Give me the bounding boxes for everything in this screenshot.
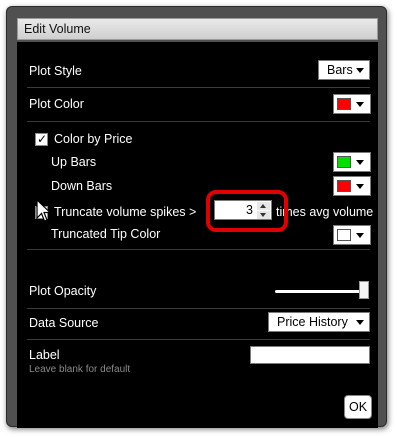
- up-bars-color-picker[interactable]: [333, 152, 371, 172]
- label-input[interactable]: [250, 346, 370, 364]
- data-source-dropdown[interactable]: Price History: [268, 312, 370, 332]
- highlight-annotation: [206, 190, 288, 232]
- divider: [27, 339, 370, 340]
- opacity-slider-track[interactable]: [275, 290, 367, 293]
- edit-volume-window: Edit Volume Plot Style Bars Plot Color ✓…: [6, 6, 387, 428]
- plot-style-value: Bars: [327, 63, 353, 77]
- title-bar: Edit Volume: [17, 18, 378, 40]
- up-bars-label: Up Bars: [51, 155, 97, 169]
- divider: [27, 87, 370, 88]
- down-bars-color-picker[interactable]: [333, 176, 371, 196]
- chevron-down-icon: [356, 68, 364, 73]
- divider: [27, 121, 370, 122]
- checkmark-icon: ✓: [37, 132, 48, 146]
- data-source-label: Data Source: [29, 316, 99, 330]
- divider: [27, 308, 370, 309]
- plot-color-swatch: [337, 98, 351, 110]
- opacity-slider-thumb[interactable]: [359, 281, 369, 299]
- window-title: Edit Volume: [24, 22, 91, 36]
- color-by-price-label: Color by Price: [54, 132, 133, 146]
- label-field-hint: Leave blank for default: [29, 364, 131, 375]
- label-field-label: Label: [29, 348, 60, 362]
- chevron-down-icon: [356, 320, 364, 325]
- truncate-label: Truncate volume spikes >: [54, 205, 197, 219]
- plot-style-label: Plot Style: [29, 64, 82, 78]
- down-bars-color-swatch: [337, 180, 351, 192]
- plot-opacity-label: Plot Opacity: [29, 284, 97, 298]
- tip-color-swatch: [337, 229, 351, 241]
- color-by-price-checkbox[interactable]: ✓: [35, 132, 48, 146]
- plot-color-label: Plot Color: [29, 97, 84, 111]
- chevron-down-icon: [356, 102, 364, 107]
- mouse-cursor-icon: [36, 199, 52, 222]
- chevron-down-icon: [356, 184, 364, 189]
- divider: [27, 249, 370, 250]
- data-source-value: Price History: [277, 315, 348, 329]
- settings-panel: Plot Style Bars Plot Color ✓ Color by Pr…: [17, 42, 378, 428]
- ok-button[interactable]: OK: [344, 395, 372, 419]
- chevron-down-icon: [356, 160, 364, 165]
- up-bars-color-swatch: [337, 156, 351, 168]
- chevron-down-icon: [356, 233, 364, 238]
- down-bars-label: Down Bars: [51, 179, 113, 193]
- tip-color-picker[interactable]: [333, 225, 371, 245]
- tip-color-label: Truncated Tip Color: [51, 227, 161, 241]
- plot-color-picker[interactable]: [333, 94, 371, 114]
- truncate-suffix-label: times avg volume: [276, 205, 374, 219]
- plot-style-dropdown[interactable]: Bars: [318, 60, 370, 80]
